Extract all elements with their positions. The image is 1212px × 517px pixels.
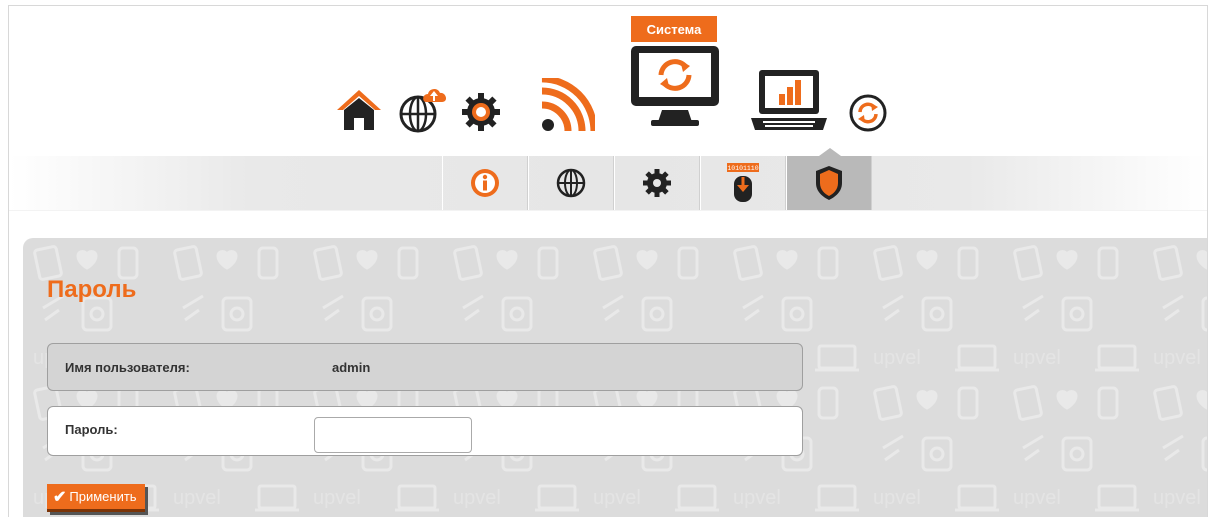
main-navigation: Система (9, 6, 1207, 146)
wifi-icon (541, 78, 595, 132)
sub-navigation: 10101110 (9, 148, 1207, 211)
apply-button[interactable]: ✔ Применить (47, 484, 145, 512)
nav-wireless[interactable] (539, 78, 595, 134)
password-label: Пароль: (65, 422, 118, 437)
globe-cloud-icon (399, 88, 447, 133)
shield-icon (816, 166, 842, 200)
nav-settings[interactable] (461, 92, 501, 132)
nav-internet[interactable] (396, 82, 452, 134)
content-panel: upvel Пароль Имя пользователя: admin Пар… (23, 238, 1207, 517)
nav-reboot[interactable] (849, 94, 887, 132)
nav-system-label[interactable]: Система (631, 16, 717, 42)
laptop-stats-icon (751, 70, 827, 130)
subtab-list: 10101110 (442, 148, 872, 210)
check-icon: ✔ (53, 488, 67, 506)
firmware-badge-text: 10101110 (727, 165, 758, 172)
subtab-network[interactable] (528, 156, 614, 210)
subtab-firmware[interactable]: 10101110 (700, 156, 786, 210)
firmware-icon: 10101110 (727, 163, 759, 202)
username-value: admin (332, 360, 371, 375)
refresh-icon (849, 94, 887, 132)
password-input[interactable] (314, 417, 472, 453)
gear-icon (643, 169, 671, 197)
password-row: Пароль: (47, 406, 803, 456)
monitor-sync-icon (631, 46, 719, 126)
nav-home[interactable] (335, 88, 383, 132)
subtab-info[interactable] (442, 156, 528, 210)
page-title: Пароль (47, 276, 137, 303)
subtab-settings[interactable] (614, 156, 700, 210)
router-admin-window: Система 10101110 Пароль Имя пользователя… (8, 5, 1208, 517)
subtab-security[interactable] (786, 148, 872, 210)
nav-system[interactable] (629, 44, 721, 128)
globe-icon (556, 168, 586, 198)
home-icon (337, 90, 381, 130)
apply-button-label: Применить (69, 489, 137, 504)
nav-status[interactable] (749, 68, 829, 132)
gear-icon (462, 93, 500, 131)
username-row: Имя пользователя: admin (47, 343, 803, 391)
info-icon (471, 169, 499, 197)
username-label: Имя пользователя: (65, 360, 190, 375)
